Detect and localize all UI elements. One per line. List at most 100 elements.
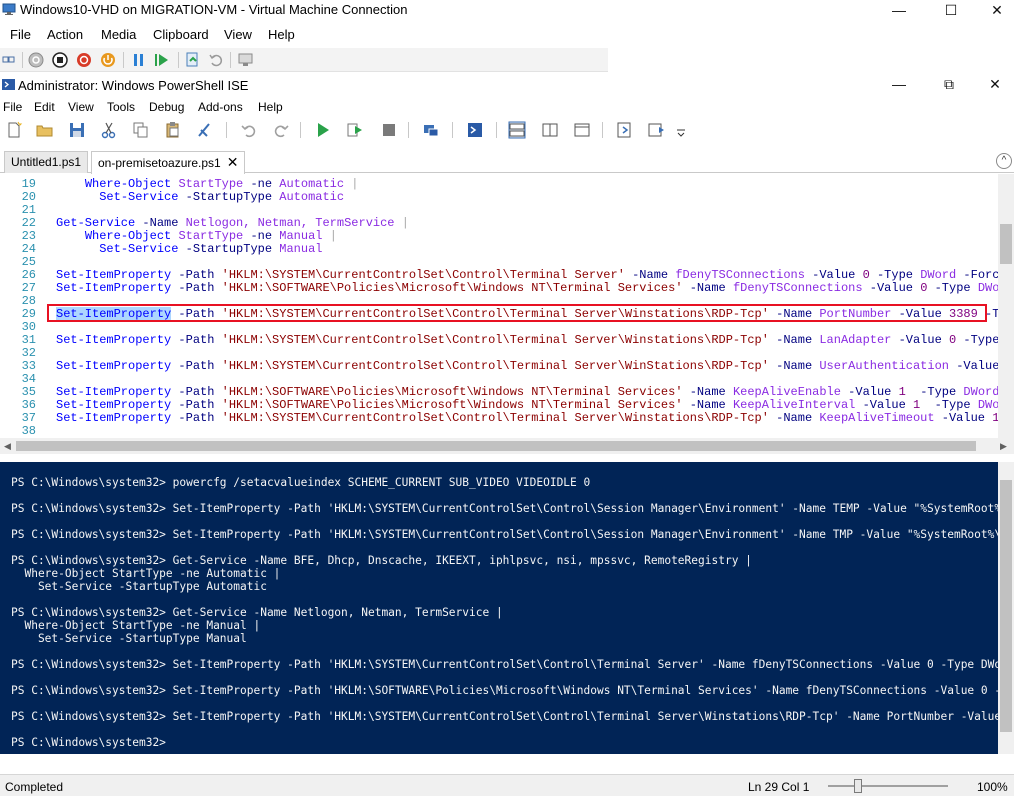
code-text: Set-ItemProperty -Path 'HKLM:\SOFTWARE\P…: [56, 281, 1014, 295]
revert-icon[interactable]: [207, 51, 225, 69]
pause-icon[interactable]: [130, 51, 148, 69]
ise-window-title: Administrator: Windows PowerShell ISE: [18, 78, 249, 93]
console-line: PS C:\Windows\system32> Set-ItemProperty…: [11, 502, 998, 515]
menu-view[interactable]: View: [68, 100, 94, 114]
show-command-window-icon[interactable]: [616, 121, 634, 139]
ise-titlebar: Administrator: Windows PowerShell ISE — …: [0, 74, 1014, 96]
show-script-right-icon[interactable]: [541, 121, 559, 139]
undo-icon[interactable]: [240, 121, 258, 139]
line-number: 38: [21, 424, 36, 438]
script-tabstrip: Untitled1.ps1 on-premisetoazure.ps1 ✕ ^: [0, 151, 1014, 174]
line-number: 33: [21, 359, 36, 373]
menu-tools[interactable]: Tools: [107, 100, 135, 114]
code-text: Set-ItemProperty -Path 'HKLM:\SYSTEM\Cur…: [56, 359, 1000, 373]
vm-minimize-button[interactable]: —: [876, 0, 922, 20]
line-number: 20: [21, 190, 36, 204]
redo-icon[interactable]: [272, 121, 290, 139]
vm-close-button[interactable]: ✕: [974, 0, 1014, 20]
start-icon[interactable]: [27, 51, 45, 69]
toolbar-separator: [123, 52, 124, 68]
code-text: Set-ItemProperty -Path 'HKLM:\SOFTWARE\P…: [56, 398, 1014, 412]
show-script-maximized-icon[interactable]: [573, 121, 591, 139]
vm-maximize-button[interactable]: ☐: [928, 0, 974, 20]
zoom-slider-thumb[interactable]: [854, 779, 862, 793]
line-number: 35: [21, 385, 36, 399]
show-command-addon-icon[interactable]: [648, 121, 666, 139]
console-line: PS C:\Windows\system32> Set-ItemProperty…: [11, 684, 998, 697]
powershell-ise-icon: [2, 79, 15, 90]
console-line: PS C:\Windows\system32> Set-ItemProperty…: [11, 528, 998, 541]
open-folder-icon[interactable]: [36, 121, 54, 139]
ctrl-alt-del-icon[interactable]: [1, 51, 19, 69]
code-text: Set-ItemProperty -Path 'HKLM:\SYSTEM\Cur…: [56, 333, 1000, 347]
scrollbar-thumb[interactable]: [1000, 480, 1012, 732]
toolbar-separator: [226, 122, 227, 138]
status-bar: Completed Ln 29 Col 1 100%: [0, 774, 1014, 796]
new-file-icon[interactable]: [5, 121, 23, 139]
tab-untitled1[interactable]: Untitled1.ps1: [4, 151, 89, 173]
scrollbar-thumb[interactable]: [1000, 224, 1012, 264]
toolbar-overflow-icon[interactable]: [676, 128, 686, 138]
code-text: Set-ItemProperty -Path 'HKLM:\SYSTEM\Cur…: [56, 268, 1007, 282]
scrollbar-thumb[interactable]: [16, 441, 976, 451]
close-tab-icon[interactable]: ✕: [227, 154, 239, 170]
run-script-icon[interactable]: [314, 121, 332, 139]
ise-restore-button[interactable]: ⧉: [926, 74, 972, 94]
clear-console-icon[interactable]: [196, 121, 214, 139]
resume-icon[interactable]: [153, 51, 171, 69]
console-pane[interactable]: PS C:\Windows\system32> powercfg /setacv…: [0, 462, 998, 754]
line-number: 29: [21, 307, 36, 321]
menu-edit[interactable]: Edit: [34, 100, 55, 114]
code-text: Set-Service -StartupType Automatic: [99, 190, 345, 204]
ise-window: Administrator: Windows PowerShell ISE — …: [0, 74, 1014, 796]
menu-help[interactable]: Help: [258, 100, 283, 114]
vm-menu-help[interactable]: Help: [268, 27, 295, 42]
run-selection-icon[interactable]: [346, 121, 364, 139]
stop-icon[interactable]: [380, 121, 398, 139]
menu-addons[interactable]: Add-ons: [198, 100, 243, 114]
line-number: 27: [21, 281, 36, 295]
ise-close-button[interactable]: ✕: [972, 74, 1014, 94]
console-vertical-scrollbar[interactable]: [998, 462, 1014, 754]
vm-toolbar: [0, 48, 608, 72]
vm-menubar: File Action Media Clipboard View Help: [0, 24, 608, 46]
vm-menu-file[interactable]: File: [10, 27, 31, 42]
code-text: Set-Service -StartupType Manual: [99, 242, 323, 256]
line-number: 32: [21, 346, 36, 360]
remote-powershell-icon[interactable]: [422, 121, 440, 139]
enhanced-session-icon[interactable]: [237, 51, 255, 69]
editor-horizontal-scrollbar[interactable]: ◀ ▶: [0, 438, 1014, 454]
line-number: 21: [21, 203, 36, 217]
ise-minimize-button[interactable]: —: [876, 74, 922, 94]
save-state-icon[interactable]: [99, 51, 117, 69]
collapse-script-pane-icon[interactable]: ^: [996, 153, 1012, 169]
menu-file[interactable]: File: [3, 100, 22, 114]
status-text: Completed: [5, 780, 64, 794]
show-script-top-icon[interactable]: [508, 121, 526, 139]
vm-titlebar: Windows10-VHD on MIGRATION-VM - Virtual …: [0, 0, 1014, 20]
scroll-right-icon[interactable]: ▶: [1000, 441, 1007, 452]
vm-menu-view[interactable]: View: [224, 27, 252, 42]
toolbar-separator: [300, 122, 301, 138]
copy-icon[interactable]: [132, 121, 150, 139]
vm-menu-media[interactable]: Media: [101, 27, 136, 42]
toolbar-separator: [408, 122, 409, 138]
script-editor[interactable]: 38 37 Set-ItemProperty -Path 'HKLM:\SYSTEM…: [0, 174, 1014, 438]
save-icon[interactable]: [68, 121, 86, 139]
zoom-slider[interactable]: [828, 785, 948, 787]
menu-debug[interactable]: Debug: [149, 100, 184, 114]
console-line: Where-Object StartType -ne Automatic |: [11, 567, 281, 580]
shutdown-icon[interactable]: [75, 51, 93, 69]
tab-label: Untitled1.ps1: [11, 155, 82, 169]
checkpoint-icon[interactable]: [184, 51, 202, 69]
scroll-left-icon[interactable]: ◀: [4, 441, 11, 452]
vm-menu-action[interactable]: Action: [47, 27, 83, 42]
editor-vertical-scrollbar[interactable]: [998, 174, 1014, 438]
turn-off-icon[interactable]: [51, 51, 69, 69]
tab-on-premisetoazure[interactable]: on-premisetoazure.ps1 ✕: [91, 151, 246, 174]
vm-connection-icon: [2, 3, 16, 15]
start-powershell-icon[interactable]: [466, 121, 484, 139]
paste-icon[interactable]: [164, 121, 182, 139]
vm-menu-clipboard[interactable]: Clipboard: [153, 27, 209, 42]
cut-icon[interactable]: [100, 121, 118, 139]
